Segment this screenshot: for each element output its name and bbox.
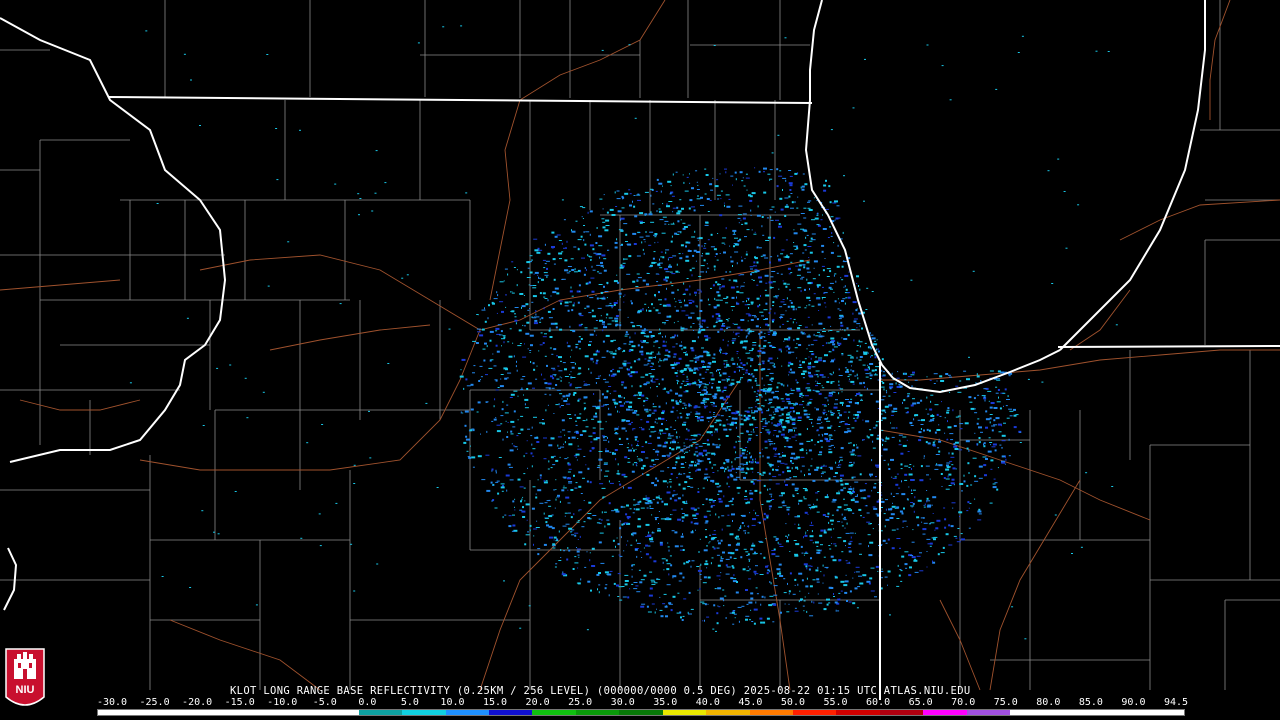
scale-label: 15.0	[482, 697, 508, 708]
radar-map	[0, 0, 1280, 720]
scale-segment	[141, 710, 185, 715]
scale-label: 40.0	[695, 697, 720, 708]
scale-label: 80.0	[1036, 697, 1061, 708]
scale-label: 45.0	[738, 697, 763, 708]
scale-label: 94.5	[1163, 697, 1189, 708]
scale-segment	[228, 710, 272, 715]
color-scale-labels: -30.0 -25.0 -20.0 -15.0 -10.0 -5.0 0.0 5.0 10.0 1…	[0, 697, 1280, 708]
scale-segment	[662, 710, 707, 715]
scale-segment	[488, 710, 533, 715]
scale-segment	[532, 710, 576, 715]
scale-label: -10.0	[267, 697, 298, 708]
scale-segment	[619, 710, 663, 715]
scale-label: -25.0	[139, 697, 170, 708]
scale-label: 5.0	[400, 697, 419, 708]
scale-label: 60.0	[866, 697, 891, 708]
scale-segment	[402, 710, 446, 715]
scale-segment	[966, 710, 1011, 715]
product-caption: KLOT LONG RANGE BASE REFLECTIVITY (0.25K…	[230, 685, 971, 697]
scale-segment	[271, 710, 316, 715]
scale-label: 30.0	[610, 697, 635, 708]
scale-segment	[575, 710, 620, 715]
scale-segment	[879, 710, 924, 715]
scale-label: 90.0	[1121, 697, 1146, 708]
scale-label: 0.0	[358, 697, 377, 708]
in-mi-border	[1057, 345, 1280, 348]
scale-segment	[1097, 710, 1141, 715]
scale-label: 35.0	[653, 697, 678, 708]
scale-label: 65.0	[908, 697, 933, 708]
scale-label: 85.0	[1078, 697, 1103, 708]
color-scale-bar	[97, 709, 1185, 716]
scale-segment	[315, 710, 359, 715]
scale-label: 25.0	[568, 697, 593, 708]
scale-segment	[445, 710, 489, 715]
scale-segment	[1140, 710, 1184, 715]
scale-label: 55.0	[823, 697, 848, 708]
scale-label: 70.0	[951, 697, 976, 708]
scale-label: 10.0	[440, 697, 465, 708]
scale-label: -20.0	[182, 697, 213, 708]
scale-segment	[1053, 710, 1098, 715]
scale-label: 50.0	[780, 697, 805, 708]
scale-segment	[793, 710, 837, 715]
scale-segment	[749, 710, 793, 715]
scale-label: -5.0	[312, 697, 337, 708]
scale-segment	[923, 710, 967, 715]
scale-segment	[98, 710, 142, 715]
scale-label: -15.0	[224, 697, 255, 708]
scale-segment	[706, 710, 750, 715]
scale-segment	[836, 710, 880, 715]
scale-segment	[1010, 710, 1054, 715]
scale-label: -30.0	[96, 697, 128, 708]
scale-label: 75.0	[993, 697, 1018, 708]
scale-segment	[184, 710, 229, 715]
scale-label: 20.0	[525, 697, 550, 708]
scale-segment	[358, 710, 403, 715]
